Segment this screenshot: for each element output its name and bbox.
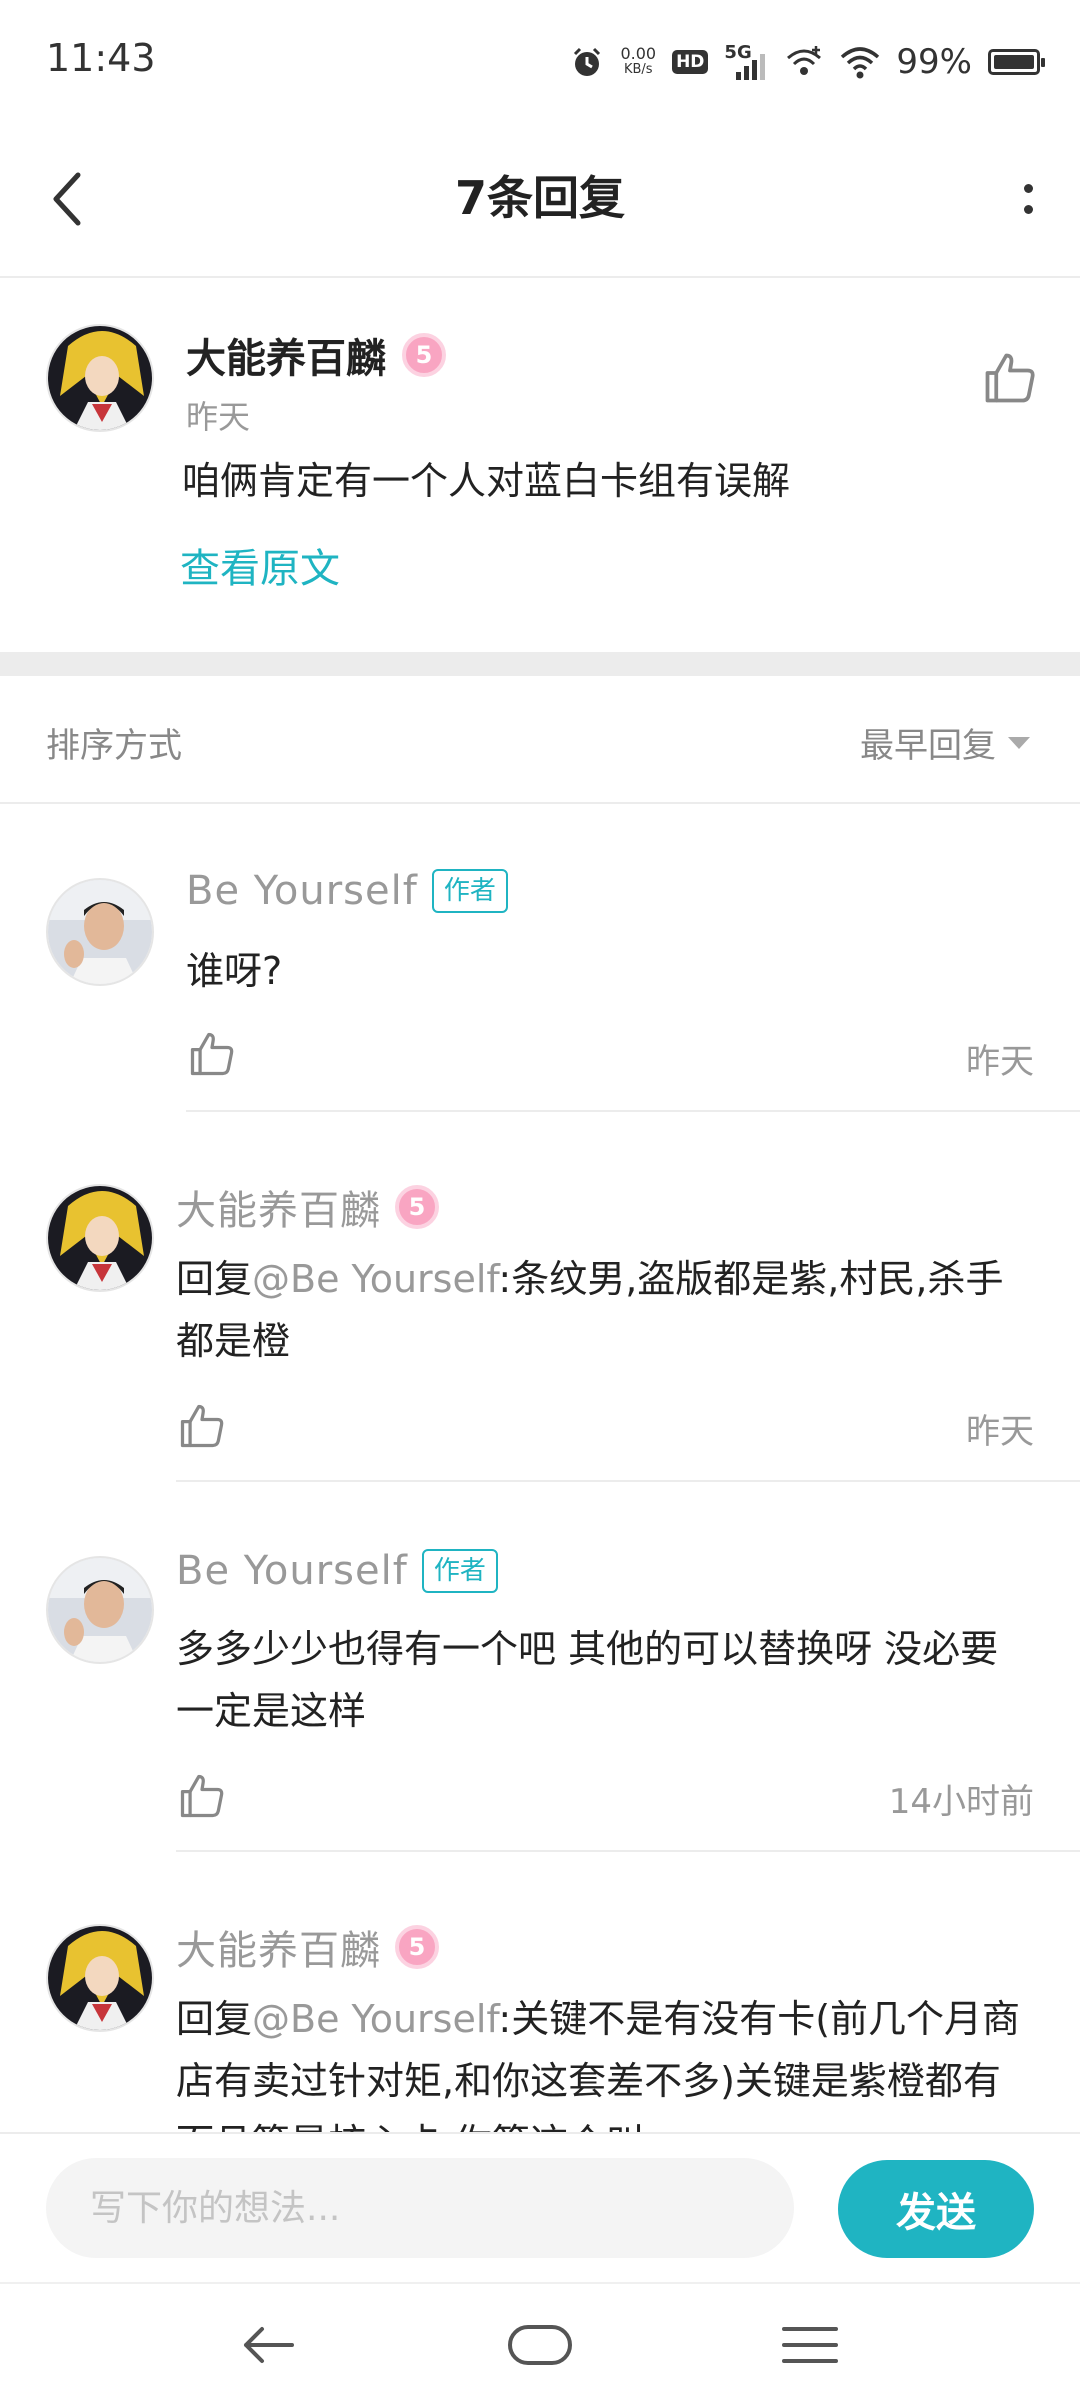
thumbs-up-icon	[180, 1404, 224, 1448]
post-content: 咱俩肯定有一个人对蓝白卡组有误解	[182, 459, 791, 503]
reply-author[interactable]: Be Yourself	[186, 868, 418, 914]
send-button[interactable]: 发送	[838, 2160, 1034, 2258]
status-icons: 0.00 KB/s HD 5G 99%	[570, 38, 1045, 86]
post-author-name: 大能养百麟	[186, 336, 386, 382]
status-bar: 11:43 0.00 KB/s HD 5G 99%	[0, 0, 1080, 120]
arrow-left-icon	[244, 2327, 294, 2363]
level-badge: 5	[395, 1185, 439, 1229]
battery-fill	[994, 55, 1034, 69]
battery-icon	[988, 49, 1045, 75]
avatar[interactable]	[46, 324, 154, 432]
system-nav-bar	[0, 2282, 1080, 2408]
post-time: 昨天	[186, 398, 251, 436]
comment-input[interactable]	[46, 2158, 794, 2258]
reply-time: 昨天	[966, 1412, 1034, 1452]
divider	[186, 1110, 1080, 1112]
reply-author[interactable]: Be Yourself	[176, 1548, 408, 1594]
reply-header: 大能养百麟 5	[176, 1918, 439, 1976]
reply-time: 14小时前	[888, 1782, 1034, 1822]
comment-input-bar: 发送	[0, 2132, 1080, 2282]
home-pill-icon	[508, 2325, 572, 2365]
nav-back-button[interactable]	[228, 2310, 308, 2380]
reply-text: 多多少少也得有一个吧 其他的可以替换呀 没必要一定是这样	[176, 1627, 999, 1733]
nav-menu-button[interactable]	[770, 2310, 850, 2380]
page-title: 7条回复	[454, 171, 625, 225]
like-button[interactable]	[186, 1028, 238, 1080]
sort-label: 排序方式	[46, 726, 182, 766]
cellular-signal-icon: 5G	[724, 42, 768, 82]
alarm-icon	[574, 47, 601, 76]
mention-link[interactable]: @Be Yourself	[252, 1997, 498, 2041]
thumbs-up-icon	[190, 1032, 234, 1076]
reply-author[interactable]: 大能养百麟	[176, 1918, 381, 1976]
more-dot-icon	[1023, 184, 1033, 193]
divider	[176, 1480, 1080, 1482]
view-original-link[interactable]: 查看原文	[180, 536, 340, 594]
like-button[interactable]	[176, 1400, 228, 1452]
sort-selected: 最早回复	[860, 726, 996, 766]
reply-item: Be Yourself 作者 多多少少也得有一个吧 其他的可以替换呀 没必要一定…	[0, 1484, 1080, 1854]
hd-icon: HD	[672, 50, 709, 74]
hotspot-icon	[787, 46, 822, 75]
reply-header: Be Yourself 作者	[186, 868, 508, 914]
reply-text: 谁呀?	[186, 949, 283, 993]
nav-home-button[interactable]	[500, 2310, 580, 2380]
thumbs-up-icon	[180, 1774, 224, 1818]
divider	[176, 1850, 1080, 1852]
network-speed-unit: KB/s	[623, 62, 653, 77]
reply-item: 大能养百麟 5 回复@Be Yourself:条纹男,盗版都是紫,村民,杀手都是…	[0, 1114, 1080, 1484]
menu-icon	[782, 2327, 838, 2363]
avatar[interactable]	[46, 1184, 154, 1292]
thumbs-up-icon	[985, 353, 1035, 403]
wifi-icon	[841, 47, 880, 79]
more-dot-icon	[1023, 205, 1033, 214]
level-badge: 5	[395, 1925, 439, 1969]
reply-text: 回复@Be Yourself:条纹男,盗版都是紫,村民,杀手都是橙	[176, 1248, 1034, 1372]
like-button[interactable]	[980, 348, 1040, 408]
level-badge: 5	[402, 333, 446, 377]
original-comment: 大能养百麟 5 昨天 咱俩肯定有一个人对蓝白卡组有误解 查看原文	[0, 280, 1080, 652]
reply-text: 回复@Be Yourself:关键不是有没有卡(前几个月商店有卖过针对矩,和你这…	[176, 1988, 1034, 2132]
reply-header: 大能养百麟 5	[176, 1178, 439, 1236]
avatar[interactable]	[46, 1556, 154, 1664]
like-button[interactable]	[176, 1770, 228, 1822]
reply-prefix: 回复	[176, 1997, 253, 2041]
sort-dropdown[interactable]: 最早回复	[860, 718, 1030, 767]
network-speed: 0.00 KB/s	[620, 46, 656, 78]
author-tag: 作者	[421, 1549, 498, 1593]
top-app-bar: 7条回复	[0, 120, 1080, 278]
reply-author[interactable]: 大能养百麟	[176, 1178, 381, 1236]
network-speed-value: 0.00	[620, 44, 657, 63]
status-time: 11:43	[46, 36, 156, 80]
avatar[interactable]	[46, 878, 154, 986]
avatar[interactable]	[46, 1924, 154, 2032]
post-author[interactable]: 大能养百麟 5	[186, 326, 446, 384]
caret-down-icon	[1008, 736, 1030, 749]
reply-item: 大能养百麟 5 回复@Be Yourself:关键不是有没有卡(前几个月商店有卖…	[0, 1854, 1080, 2132]
more-options-button[interactable]	[998, 164, 1058, 234]
reply-header: Be Yourself 作者	[176, 1548, 498, 1594]
author-tag: 作者	[431, 869, 508, 913]
sort-bar: 排序方式 最早回复	[0, 676, 1080, 804]
mention-link[interactable]: @Be Yourself	[252, 1257, 498, 1301]
reply-item: Be Yourself 作者 谁呀? 昨天	[0, 804, 1080, 1114]
section-divider	[0, 652, 1080, 676]
reply-time: 昨天	[966, 1042, 1034, 1082]
reply-prefix: 回复	[176, 1257, 253, 1301]
battery-percent: 99%	[896, 42, 972, 82]
